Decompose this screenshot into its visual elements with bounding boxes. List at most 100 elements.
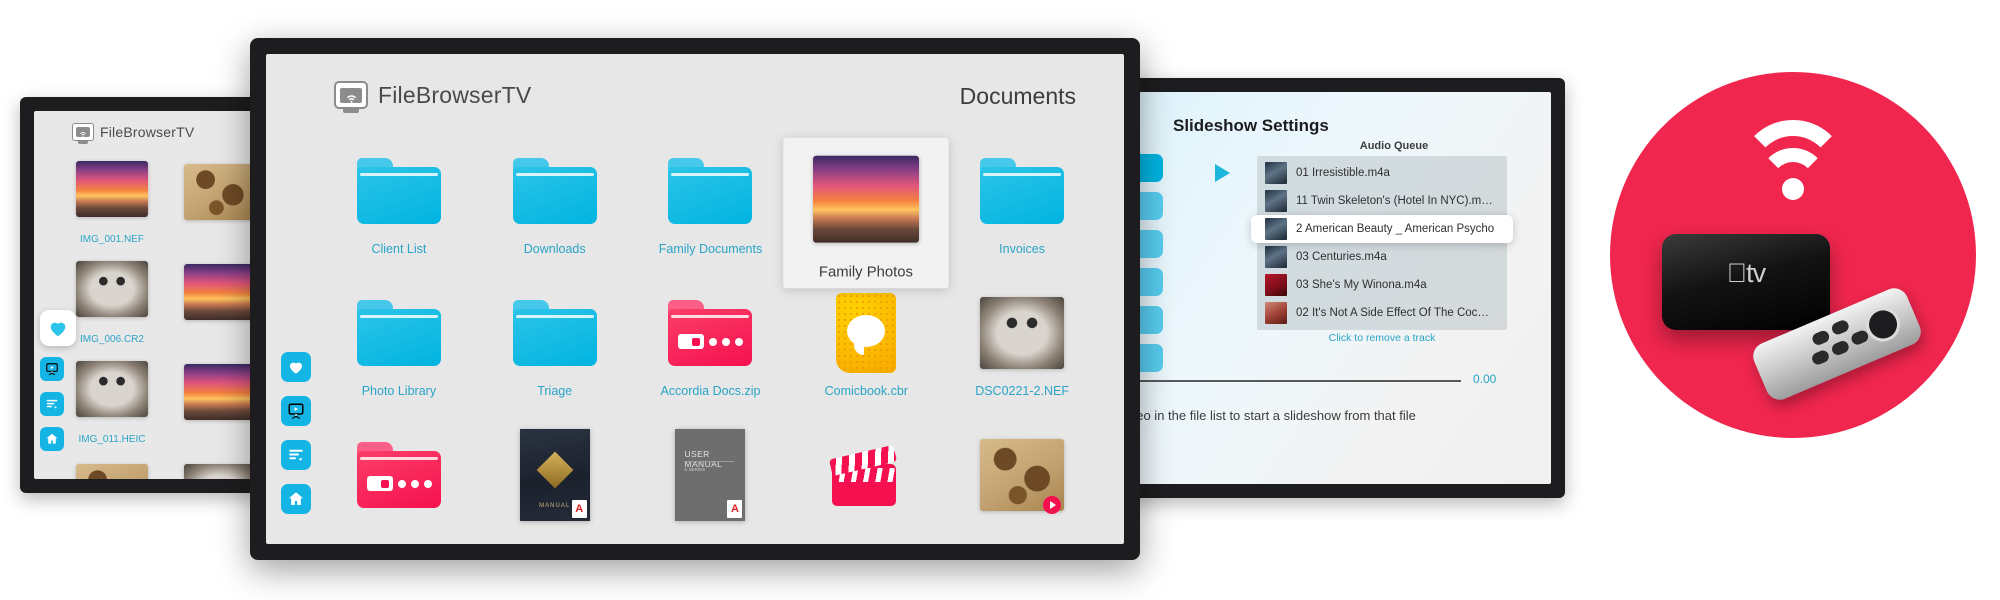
- file-cell[interactable]: Accordia Docs.zip: [633, 284, 789, 426]
- heart-icon: [47, 317, 69, 339]
- file-thumb: [667, 148, 753, 234]
- folder-icon: [980, 158, 1065, 224]
- slideshow-settings-panel: Slideshow Settings Audio Queue 01 Irresi…: [1139, 92, 1551, 484]
- queue-track-row[interactable]: 02 It's Not A Side Effect Of The Coc…: [1257, 299, 1507, 327]
- sidebar-item-slideshow[interactable]: [281, 396, 311, 426]
- chip-6[interactable]: [1139, 344, 1163, 372]
- file-cell[interactable]: [172, 345, 252, 445]
- folder-icon: [668, 300, 753, 366]
- queue-track-row[interactable]: 01 Irresistible.m4a: [1257, 159, 1507, 187]
- queue-track-row[interactable]: 03 Centuries.m4a: [1257, 243, 1507, 271]
- file-cell[interactable]: [172, 445, 252, 479]
- track-title: 01 Irresistible.m4a: [1296, 167, 1390, 179]
- file-cell[interactable]: Client List: [321, 142, 477, 284]
- photo-thumbnail: [813, 155, 920, 243]
- sidebar-item-home[interactable]: [40, 427, 64, 451]
- duration-slider[interactable]: [1139, 380, 1461, 382]
- file-cell[interactable]: Comicbook.cbr: [788, 284, 944, 426]
- chip-5[interactable]: [1139, 306, 1163, 334]
- chip-2[interactable]: [1139, 192, 1163, 220]
- photo-thumbnail: [184, 464, 252, 479]
- chip-4[interactable]: [1139, 268, 1163, 296]
- file-cell[interactable]: [321, 426, 477, 544]
- queue-track-row[interactable]: 03 She's My Winona.m4a: [1257, 271, 1507, 299]
- file-label: Client List: [371, 242, 427, 256]
- photo-thumbnail: [980, 439, 1065, 514]
- folder-icon: [512, 300, 597, 366]
- sidebar-item-home[interactable]: [281, 484, 311, 514]
- file-thumb: [69, 349, 155, 429]
- remove-track-hint[interactable]: Click to remove a track: [1257, 332, 1507, 344]
- file-cell[interactable]: Triage: [477, 284, 633, 426]
- file-cell[interactable]: Invoices: [944, 142, 1100, 284]
- album-art: [1265, 162, 1287, 184]
- file-cell[interactable]: Downloads: [477, 142, 633, 284]
- file-cell[interactable]: Family Documents: [633, 142, 789, 284]
- file-cell[interactable]: [172, 145, 252, 245]
- main-tv-device: FileBrowserTV Documents Client List Downl…: [250, 38, 1140, 560]
- file-cell[interactable]: [788, 426, 944, 544]
- left-app-header: FileBrowserTV: [72, 123, 194, 141]
- sidebar-item-favorites[interactable]: [40, 310, 76, 346]
- file-thumb: [512, 290, 598, 376]
- file-cell[interactable]: [64, 445, 160, 479]
- folder-icon: [356, 158, 441, 224]
- audio-queue-label: Audio Queue: [1359, 140, 1429, 152]
- album-art: [1265, 218, 1287, 240]
- file-thumb: [979, 432, 1065, 518]
- wifi-icon: [1733, 120, 1853, 216]
- sidebar-item-sort-list[interactable]: [281, 440, 311, 470]
- left-app-name: FileBrowserTV: [100, 124, 195, 140]
- file-thumb: [356, 148, 442, 234]
- file-cell[interactable]: MANUAL A: [477, 426, 633, 544]
- heart-icon: [287, 358, 305, 376]
- main-app-header: FileBrowserTV: [334, 81, 531, 109]
- file-cell[interactable]: IMG_011.HEIC: [64, 345, 160, 445]
- remote-button: [1830, 339, 1851, 357]
- apple-tv-wifi-badge: tv: [1610, 72, 1976, 438]
- file-thumb: [177, 449, 252, 479]
- file-thumb: [69, 149, 155, 229]
- file-thumb: [512, 148, 598, 234]
- chip-1[interactable]: [1139, 154, 1163, 182]
- file-label: Invoices: [999, 242, 1046, 256]
- play-icon[interactable]: [1215, 164, 1230, 182]
- folder-icon: [356, 300, 441, 366]
- file-cell[interactable]: [944, 426, 1100, 544]
- file-cell[interactable]: USER MANUAL K SERIES A: [633, 426, 789, 544]
- pdf-caption: MANUAL: [539, 503, 571, 509]
- left-tv-screen: FileBrowserTV IMG_001.NEF IMG_006.CR2 IMG_…: [34, 111, 252, 479]
- track-title: 03 She's My Winona.m4a: [1296, 279, 1427, 291]
- main-tv-screen: FileBrowserTV Documents Client List Downl…: [266, 54, 1124, 544]
- chip-3[interactable]: [1139, 230, 1163, 258]
- photo-thumbnail: [184, 264, 252, 320]
- queue-track-row[interactable]: 11 Twin Skeleton's (Hotel In NYC).m…: [1257, 187, 1507, 215]
- file-label: Accordia Docs.zip: [660, 384, 761, 398]
- photo-thumbnail: [76, 464, 148, 479]
- queue-track-row[interactable]: 2 American Beauty _ American Psycho: [1251, 215, 1513, 243]
- file-cell[interactable]: Photo Library: [321, 284, 477, 426]
- sidebar-item-favorites[interactable]: [281, 352, 311, 382]
- file-thumb: [69, 449, 155, 479]
- folder-icon: [512, 158, 597, 224]
- slideshow-footer-text: deo in the file list to start a slidesho…: [1139, 408, 1416, 423]
- right-tv-device: Slideshow Settings Audio Queue 01 Irresi…: [1125, 78, 1565, 498]
- track-title: 02 It's Not A Side Effect Of The Coc…: [1296, 307, 1489, 319]
- sidebar-item-sort-list[interactable]: [40, 392, 64, 416]
- album-art: [1265, 302, 1287, 324]
- track-title: 03 Centuries.m4a: [1296, 251, 1387, 263]
- pdf-caption: USER MANUAL: [684, 449, 723, 469]
- audio-queue-list[interactable]: 01 Irresistible.m4a 11 Twin Skeleton's (H…: [1251, 156, 1513, 330]
- file-cell[interactable]: Family Photos: [783, 137, 949, 289]
- file-cell[interactable]: IMG_001.NEF: [64, 145, 160, 245]
- folder-icon: [356, 442, 441, 508]
- file-cell[interactable]: [172, 245, 252, 345]
- file-cell[interactable]: DSC0221-2.NEF: [944, 284, 1100, 426]
- zip-glyph: [678, 334, 744, 349]
- file-cell[interactable]: IMG_006.CR2: [64, 245, 160, 345]
- pdf-badge: A: [727, 500, 743, 518]
- album-art: [1265, 274, 1287, 296]
- file-thumb: [823, 432, 909, 518]
- sidebar-item-slideshow[interactable]: [40, 357, 64, 381]
- main-app-name: FileBrowserTV: [378, 81, 532, 108]
